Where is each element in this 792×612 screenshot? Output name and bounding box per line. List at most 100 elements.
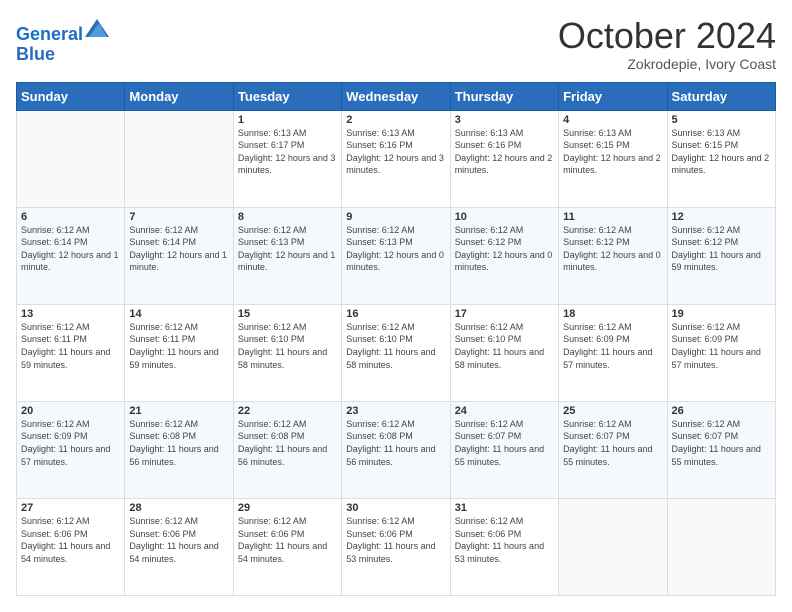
day-number: 11 [563, 211, 662, 223]
day-info: Sunrise: 6:12 AM Sunset: 6:07 PM Dayligh… [672, 418, 771, 468]
calendar-cell: 8Sunrise: 6:12 AM Sunset: 6:13 PM Daylig… [233, 207, 341, 304]
calendar-week-3: 13Sunrise: 6:12 AM Sunset: 6:11 PM Dayli… [17, 304, 776, 401]
location: Zokrodepie, Ivory Coast [558, 56, 776, 72]
day-info: Sunrise: 6:12 AM Sunset: 6:10 PM Dayligh… [238, 321, 337, 371]
day-number: 1 [238, 114, 337, 126]
calendar-cell: 24Sunrise: 6:12 AM Sunset: 6:07 PM Dayli… [450, 401, 558, 498]
calendar-week-5: 27Sunrise: 6:12 AM Sunset: 6:06 PM Dayli… [17, 498, 776, 595]
day-info: Sunrise: 6:12 AM Sunset: 6:13 PM Dayligh… [346, 224, 445, 274]
day-number: 2 [346, 114, 445, 126]
day-number: 30 [346, 502, 445, 514]
day-info: Sunrise: 6:12 AM Sunset: 6:09 PM Dayligh… [563, 321, 662, 371]
day-info: Sunrise: 6:12 AM Sunset: 6:09 PM Dayligh… [21, 418, 120, 468]
day-number: 28 [129, 502, 228, 514]
calendar-cell [559, 498, 667, 595]
calendar-cell [667, 498, 775, 595]
day-info: Sunrise: 6:12 AM Sunset: 6:12 PM Dayligh… [455, 224, 554, 274]
day-info: Sunrise: 6:12 AM Sunset: 6:07 PM Dayligh… [563, 418, 662, 468]
day-number: 31 [455, 502, 554, 514]
day-number: 23 [346, 405, 445, 417]
day-number: 3 [455, 114, 554, 126]
calendar-cell: 21Sunrise: 6:12 AM Sunset: 6:08 PM Dayli… [125, 401, 233, 498]
calendar-cell: 19Sunrise: 6:12 AM Sunset: 6:09 PM Dayli… [667, 304, 775, 401]
calendar-cell: 25Sunrise: 6:12 AM Sunset: 6:07 PM Dayli… [559, 401, 667, 498]
day-info: Sunrise: 6:12 AM Sunset: 6:06 PM Dayligh… [238, 515, 337, 565]
day-number: 15 [238, 308, 337, 320]
day-info: Sunrise: 6:12 AM Sunset: 6:06 PM Dayligh… [21, 515, 120, 565]
day-number: 10 [455, 211, 554, 223]
day-number: 16 [346, 308, 445, 320]
day-number: 21 [129, 405, 228, 417]
logo: General Blue [16, 16, 109, 65]
day-info: Sunrise: 6:12 AM Sunset: 6:13 PM Dayligh… [238, 224, 337, 274]
day-info: Sunrise: 6:13 AM Sunset: 6:15 PM Dayligh… [672, 127, 771, 177]
calendar-cell: 23Sunrise: 6:12 AM Sunset: 6:08 PM Dayli… [342, 401, 450, 498]
day-info: Sunrise: 6:12 AM Sunset: 6:09 PM Dayligh… [672, 321, 771, 371]
day-number: 14 [129, 308, 228, 320]
header: General Blue October 2024 Zokrodepie, Iv… [16, 16, 776, 72]
day-info: Sunrise: 6:12 AM Sunset: 6:06 PM Dayligh… [455, 515, 554, 565]
day-number: 25 [563, 405, 662, 417]
day-info: Sunrise: 6:12 AM Sunset: 6:10 PM Dayligh… [455, 321, 554, 371]
month-title: October 2024 [558, 16, 776, 56]
calendar-header-monday: Monday [125, 82, 233, 110]
day-number: 19 [672, 308, 771, 320]
day-info: Sunrise: 6:13 AM Sunset: 6:17 PM Dayligh… [238, 127, 337, 177]
calendar-cell: 12Sunrise: 6:12 AM Sunset: 6:12 PM Dayli… [667, 207, 775, 304]
calendar-cell: 28Sunrise: 6:12 AM Sunset: 6:06 PM Dayli… [125, 498, 233, 595]
day-number: 26 [672, 405, 771, 417]
calendar-header-row: SundayMondayTuesdayWednesdayThursdayFrid… [17, 82, 776, 110]
calendar-header-thursday: Thursday [450, 82, 558, 110]
calendar-cell: 4Sunrise: 6:13 AM Sunset: 6:15 PM Daylig… [559, 110, 667, 207]
day-number: 17 [455, 308, 554, 320]
day-info: Sunrise: 6:13 AM Sunset: 6:16 PM Dayligh… [455, 127, 554, 177]
day-number: 18 [563, 308, 662, 320]
day-info: Sunrise: 6:12 AM Sunset: 6:06 PM Dayligh… [129, 515, 228, 565]
calendar-cell: 5Sunrise: 6:13 AM Sunset: 6:15 PM Daylig… [667, 110, 775, 207]
calendar-cell: 15Sunrise: 6:12 AM Sunset: 6:10 PM Dayli… [233, 304, 341, 401]
day-info: Sunrise: 6:12 AM Sunset: 6:14 PM Dayligh… [21, 224, 120, 274]
logo-text: General [16, 16, 109, 45]
calendar-cell: 7Sunrise: 6:12 AM Sunset: 6:14 PM Daylig… [125, 207, 233, 304]
day-number: 4 [563, 114, 662, 126]
day-number: 6 [21, 211, 120, 223]
day-info: Sunrise: 6:12 AM Sunset: 6:10 PM Dayligh… [346, 321, 445, 371]
calendar-header-saturday: Saturday [667, 82, 775, 110]
calendar-cell: 11Sunrise: 6:12 AM Sunset: 6:12 PM Dayli… [559, 207, 667, 304]
calendar-cell: 30Sunrise: 6:12 AM Sunset: 6:06 PM Dayli… [342, 498, 450, 595]
day-number: 9 [346, 211, 445, 223]
calendar-week-4: 20Sunrise: 6:12 AM Sunset: 6:09 PM Dayli… [17, 401, 776, 498]
calendar-cell: 2Sunrise: 6:13 AM Sunset: 6:16 PM Daylig… [342, 110, 450, 207]
calendar-cell: 22Sunrise: 6:12 AM Sunset: 6:08 PM Dayli… [233, 401, 341, 498]
day-number: 24 [455, 405, 554, 417]
calendar-header-sunday: Sunday [17, 82, 125, 110]
day-number: 20 [21, 405, 120, 417]
day-number: 12 [672, 211, 771, 223]
day-number: 27 [21, 502, 120, 514]
day-number: 7 [129, 211, 228, 223]
calendar-cell: 18Sunrise: 6:12 AM Sunset: 6:09 PM Dayli… [559, 304, 667, 401]
calendar-header-friday: Friday [559, 82, 667, 110]
calendar-cell: 20Sunrise: 6:12 AM Sunset: 6:09 PM Dayli… [17, 401, 125, 498]
calendar-cell: 6Sunrise: 6:12 AM Sunset: 6:14 PM Daylig… [17, 207, 125, 304]
day-number: 5 [672, 114, 771, 126]
calendar-header-tuesday: Tuesday [233, 82, 341, 110]
day-number: 22 [238, 405, 337, 417]
calendar-cell [125, 110, 233, 207]
day-number: 29 [238, 502, 337, 514]
day-info: Sunrise: 6:12 AM Sunset: 6:14 PM Dayligh… [129, 224, 228, 274]
calendar-cell: 29Sunrise: 6:12 AM Sunset: 6:06 PM Dayli… [233, 498, 341, 595]
day-number: 13 [21, 308, 120, 320]
calendar-cell [17, 110, 125, 207]
title-block: October 2024 Zokrodepie, Ivory Coast [558, 16, 776, 72]
calendar-cell: 26Sunrise: 6:12 AM Sunset: 6:07 PM Dayli… [667, 401, 775, 498]
day-info: Sunrise: 6:12 AM Sunset: 6:07 PM Dayligh… [455, 418, 554, 468]
page: General Blue October 2024 Zokrodepie, Iv… [0, 0, 792, 612]
calendar-cell: 27Sunrise: 6:12 AM Sunset: 6:06 PM Dayli… [17, 498, 125, 595]
day-info: Sunrise: 6:12 AM Sunset: 6:12 PM Dayligh… [672, 224, 771, 274]
logo-text2: Blue [16, 45, 109, 65]
calendar-cell: 13Sunrise: 6:12 AM Sunset: 6:11 PM Dayli… [17, 304, 125, 401]
day-info: Sunrise: 6:13 AM Sunset: 6:15 PM Dayligh… [563, 127, 662, 177]
calendar-header-wednesday: Wednesday [342, 82, 450, 110]
calendar-week-2: 6Sunrise: 6:12 AM Sunset: 6:14 PM Daylig… [17, 207, 776, 304]
